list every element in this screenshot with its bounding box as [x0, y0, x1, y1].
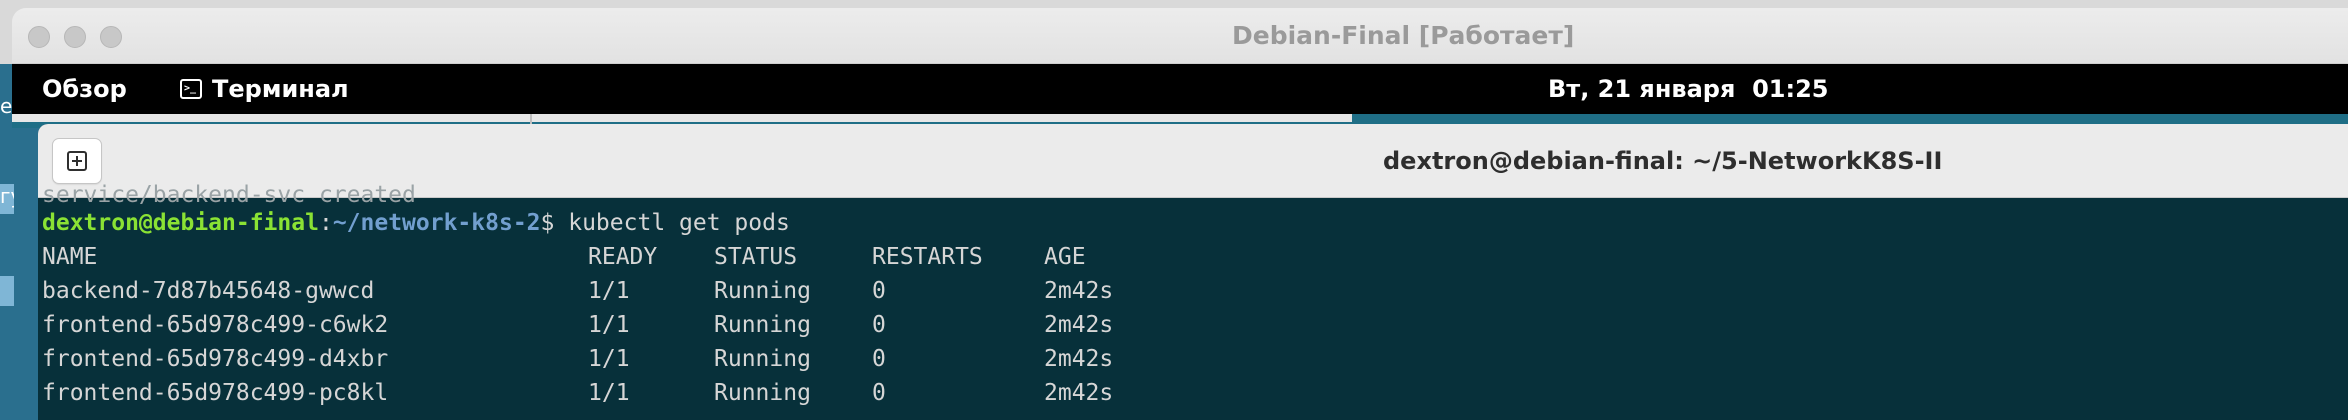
prompt-command: kubectl get pods — [568, 210, 790, 236]
pod-row: frontend-65d978c499-pc8kl 1/1 Running 0 … — [42, 376, 1242, 410]
background-window-edge — [12, 114, 1352, 122]
desktop-file-icon[interactable] — [0, 276, 14, 306]
column-header-ready: READY — [588, 244, 658, 270]
pod-restarts: 0 — [872, 278, 886, 304]
prompt-user-host: dextron@debian-final — [42, 210, 319, 236]
app-menu-button[interactable]: >_ Терминал — [180, 64, 349, 114]
vm-window-titlebar[interactable]: Debian-Final [Работает] — [12, 8, 2348, 64]
minimize-window-button[interactable] — [64, 26, 86, 48]
pod-name: frontend-65d978c499-c6wk2 — [42, 312, 389, 338]
pod-status: Running — [714, 380, 811, 406]
pod-restarts: 0 — [872, 380, 886, 406]
zoom-window-button[interactable] — [100, 26, 122, 48]
pod-age: 2m42s — [1044, 346, 1114, 372]
pod-restarts: 0 — [872, 312, 886, 338]
terminal-output[interactable]: service/backend-svc created dextron@debi… — [38, 182, 2348, 420]
prompt-separator: : — [318, 210, 333, 236]
app-menu-label: Терминал — [212, 75, 349, 103]
date-time-clock[interactable]: Вт, 21 января 01:25 — [1548, 64, 1829, 114]
pods-table-header: NAME READY STATUS RESTARTS AGE — [42, 240, 1242, 274]
pod-status: Running — [714, 346, 811, 372]
terminal-window[interactable]: dextron@debian-final: ~/5-NetworkK8S-II … — [38, 124, 2348, 420]
activities-button[interactable]: Обзор — [42, 64, 127, 114]
terminal-app-icon: >_ — [180, 79, 202, 99]
pod-ready: 1/1 — [588, 346, 630, 372]
new-tab-plus-icon — [67, 151, 87, 171]
pod-age: 2m42s — [1044, 312, 1114, 338]
prompt-path: ~/network-k8s-2 — [332, 210, 541, 236]
pod-row: frontend-65d978c499-d4xbr 1/1 Running 0 … — [42, 342, 1242, 376]
pod-name: backend-7d87b45648-gwwcd — [42, 278, 375, 304]
column-header-age: AGE — [1044, 244, 1086, 270]
column-header-restarts: RESTARTS — [872, 244, 983, 270]
pod-ready: 1/1 — [588, 380, 630, 406]
pod-status: Running — [714, 312, 811, 338]
close-window-button[interactable] — [28, 26, 50, 48]
pod-age: 2m42s — [1044, 380, 1114, 406]
screen: ес гу Debian-Final [Работает] Обзор >_ Т… — [0, 0, 2348, 420]
pod-ready: 1/1 — [588, 278, 630, 304]
desktop-icon-label: гу — [0, 184, 14, 208]
prompt-dollar: $ — [540, 210, 569, 236]
pod-name: frontend-65d978c499-pc8kl — [42, 380, 389, 406]
pod-restarts: 0 — [872, 346, 886, 372]
pod-row: frontend-65d978c499-c6wk2 1/1 Running 0 … — [42, 308, 1242, 342]
shell-prompt-line: dextron@debian-final:~/network-k8s-2$ ku… — [42, 206, 790, 240]
gnome-top-bar: Обзор >_ Терминал Вт, 21 января 01:25 — [12, 64, 2348, 114]
terminal-title: dextron@debian-final: ~/5-NetworkK8S-II — [1383, 147, 1943, 175]
pod-row: backend-7d87b45648-gwwcd 1/1 Running 0 2… — [42, 274, 1242, 308]
pod-age: 2m42s — [1044, 278, 1114, 304]
column-header-name: NAME — [42, 244, 98, 270]
vm-window-title: Debian-Final [Работает] — [1232, 21, 1575, 50]
pod-status: Running — [714, 278, 811, 304]
column-header-status: STATUS — [714, 244, 798, 270]
pod-ready: 1/1 — [588, 312, 630, 338]
pod-name: frontend-65d978c499-d4xbr — [42, 346, 389, 372]
